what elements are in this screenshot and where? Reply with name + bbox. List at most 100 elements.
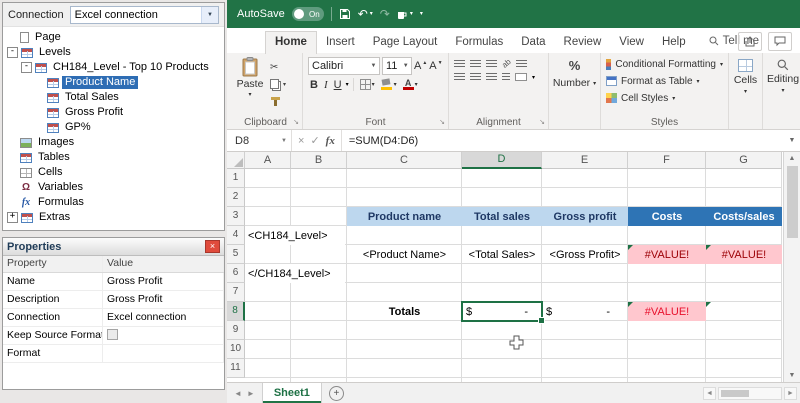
- tree-item-gross-profit[interactable]: Gross Profit: [3, 105, 224, 120]
- tree-item-total-sales[interactable]: Total Sales: [3, 90, 224, 105]
- share-button[interactable]: [738, 32, 762, 51]
- cell-D3[interactable]: Total sales: [462, 207, 542, 226]
- expand-icon[interactable]: +: [7, 212, 18, 223]
- vertical-scrollbar[interactable]: ▲ ▼: [783, 152, 800, 382]
- align-right-icon[interactable]: [486, 73, 497, 81]
- column-header-G[interactable]: G: [706, 152, 782, 169]
- property-row-format[interactable]: Format: [3, 345, 224, 363]
- tree-item-images[interactable]: Images: [3, 135, 224, 150]
- increase-font-button[interactable]: A▲: [414, 60, 427, 72]
- save-button[interactable]: [339, 8, 351, 20]
- select-all-corner[interactable]: [227, 152, 245, 169]
- borders-button[interactable]: ▾: [358, 79, 377, 90]
- comments-button[interactable]: [768, 32, 792, 51]
- row-header-2[interactable]: 2: [227, 188, 245, 207]
- row-header-9[interactable]: 9: [227, 321, 245, 340]
- property-row-keep-source-formats[interactable]: Keep Source Formats: [3, 327, 224, 345]
- cells-group-button[interactable]: Cells ▾: [729, 53, 763, 129]
- tree-item-ch184-level[interactable]: -CH184_Level - Top 10 Products: [3, 60, 224, 75]
- percent-style-button[interactable]: %: [569, 58, 581, 73]
- tab-help[interactable]: Help: [653, 32, 695, 53]
- cell-C5[interactable]: <Product Name>: [347, 245, 462, 264]
- property-row-connection[interactable]: Connection Excel connection: [3, 309, 224, 327]
- row-header-3[interactable]: 3: [227, 207, 245, 226]
- customize-quick-access-button[interactable]: ▾: [420, 11, 423, 17]
- dialog-launcher-icon[interactable]: ↘: [439, 118, 445, 126]
- cell-E8[interactable]: $-: [542, 302, 628, 321]
- bold-button[interactable]: B: [308, 79, 320, 91]
- cell-F5[interactable]: #VALUE!: [628, 245, 706, 264]
- horizontal-scrollbar[interactable]: ◄ ►: [703, 383, 800, 403]
- tab-formulas[interactable]: Formulas: [446, 32, 512, 53]
- tree-item-levels[interactable]: -Levels: [3, 45, 224, 60]
- row-header-6[interactable]: 6: [227, 264, 245, 283]
- copy-button[interactable]: ▾: [270, 77, 286, 91]
- close-icon[interactable]: ×: [205, 240, 220, 253]
- autosave-toggle[interactable]: On: [292, 7, 324, 21]
- tab-home[interactable]: Home: [265, 31, 317, 54]
- tree-item-product-name[interactable]: Product Name: [3, 75, 224, 90]
- next-sheet-icon[interactable]: ►: [247, 389, 255, 398]
- add-sheet-icon[interactable]: +: [329, 386, 344, 401]
- sheet-grid[interactable]: 1 2 3 4 5 6 7 8 9 10 11 Product name Tot…: [227, 169, 782, 382]
- align-center-icon[interactable]: [470, 73, 481, 81]
- collapse-icon[interactable]: -: [7, 47, 18, 58]
- format-painter-button[interactable]: [270, 94, 286, 108]
- cell-G8[interactable]: [706, 302, 782, 321]
- cell-styles-button[interactable]: Cell Styles▾: [606, 90, 723, 106]
- cell-E5[interactable]: <Gross Profit>: [542, 245, 628, 264]
- sheet-tab-sheet1[interactable]: Sheet1: [262, 383, 322, 403]
- cell-E3[interactable]: Gross profit: [542, 207, 628, 226]
- paste-button[interactable]: Paste ▾: [234, 57, 266, 114]
- align-bottom-icon[interactable]: [486, 60, 497, 68]
- undo-button[interactable]: ↶▾: [358, 8, 373, 20]
- row-header-8[interactable]: 8: [227, 302, 245, 321]
- row-header-11[interactable]: 11: [227, 359, 245, 378]
- cell-G3[interactable]: Costs/sales: [706, 207, 782, 226]
- cell-G5[interactable]: #VALUE!: [706, 245, 782, 264]
- keep-source-formats-checkbox[interactable]: [107, 329, 118, 340]
- row-header-10[interactable]: 10: [227, 340, 245, 359]
- orientation-icon[interactable]: ab: [500, 57, 513, 70]
- cell-C3[interactable]: Product name: [347, 207, 462, 226]
- column-header-E[interactable]: E: [542, 152, 628, 169]
- cell-C8[interactable]: Totals: [347, 302, 462, 321]
- connection-select[interactable]: Excel connection ▼: [70, 6, 219, 24]
- cut-button[interactable]: ✂: [270, 60, 286, 74]
- scrollbar-track[interactable]: [718, 387, 782, 400]
- align-left-icon[interactable]: [454, 73, 465, 81]
- italic-button[interactable]: I: [322, 79, 330, 91]
- font-size-combo[interactable]: 11▼: [382, 57, 412, 75]
- column-header-C[interactable]: C: [347, 152, 462, 169]
- chevron-down-icon[interactable]: ▼: [201, 7, 218, 23]
- font-color-button[interactable]: A▾: [401, 79, 420, 90]
- tab-insert[interactable]: Insert: [317, 32, 364, 53]
- column-header-F[interactable]: F: [628, 152, 706, 169]
- decrease-font-button[interactable]: A▼: [429, 60, 442, 72]
- tab-page-layout[interactable]: Page Layout: [364, 32, 447, 53]
- dialog-launcher-icon[interactable]: ↘: [539, 118, 545, 126]
- collapse-icon[interactable]: -: [21, 62, 32, 73]
- quick-access-button[interactable]: ▾: [397, 9, 413, 20]
- row-header-5[interactable]: 5: [227, 245, 245, 264]
- wrap-text-icon[interactable]: [516, 60, 527, 68]
- property-row-name[interactable]: Name Gross Profit: [3, 273, 224, 291]
- align-middle-icon[interactable]: [470, 60, 481, 68]
- expand-formula-bar-icon[interactable]: ▼: [784, 130, 800, 151]
- conditional-formatting-button[interactable]: Conditional Formatting▾: [606, 56, 723, 72]
- cell-F3[interactable]: Costs: [628, 207, 706, 226]
- insert-function-icon[interactable]: fx: [326, 135, 335, 147]
- cancel-icon[interactable]: ×: [298, 135, 304, 147]
- tab-view[interactable]: View: [610, 32, 653, 53]
- scrollbar-thumb[interactable]: [787, 166, 798, 238]
- align-top-icon[interactable]: [454, 60, 465, 68]
- redo-button[interactable]: ↷: [380, 8, 390, 20]
- cell-F8[interactable]: #VALUE!: [628, 302, 706, 321]
- tree-item-cells[interactable]: Cells: [3, 165, 224, 180]
- prev-sheet-icon[interactable]: ◄: [234, 389, 242, 398]
- number-format-dropdown[interactable]: Number▾: [553, 77, 596, 89]
- scroll-right-icon[interactable]: ►: [784, 387, 797, 400]
- tab-data[interactable]: Data: [512, 32, 554, 53]
- tree-item-gp-percent[interactable]: GP%: [3, 120, 224, 135]
- row-header-1[interactable]: 1: [227, 169, 245, 188]
